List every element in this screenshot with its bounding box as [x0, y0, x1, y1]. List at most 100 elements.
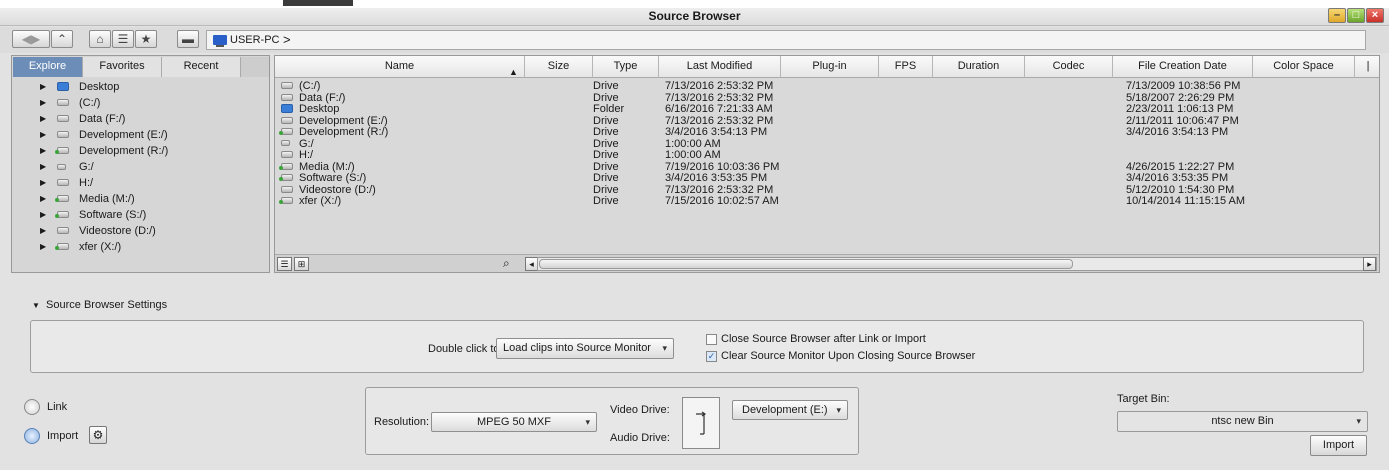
minimize-button[interactable]: – — [1328, 8, 1346, 23]
table-row[interactable]: Development (E:/) Drive 7/13/2016 2:53:32 … — [275, 114, 1379, 127]
tree-item[interactable]: ▶ Media (M:/) — [13, 191, 269, 207]
row-creation-date: 10/14/2014 11:15:15 AM — [1126, 195, 1246, 207]
home-button[interactable]: ⌂ — [89, 30, 111, 48]
browse-button[interactable]: ☰ — [112, 30, 134, 48]
column-codec[interactable]: Codec — [1025, 56, 1113, 78]
table-row[interactable]: H:/ Drive 1:00:00 AM — [275, 149, 1379, 161]
tab-favorites[interactable]: Favorites — [83, 57, 162, 77]
expand-arrow-icon[interactable]: ▶ — [40, 79, 46, 95]
target-bin-dropdown[interactable]: ntsc new Bin ▾ — [1117, 411, 1368, 432]
tree-item[interactable]: ▶ H:/ — [13, 175, 269, 191]
column-duration[interactable]: Duration — [933, 56, 1025, 78]
column-last-modified[interactable]: Last Modified — [659, 56, 781, 78]
tree-item[interactable]: ▶ Data (F:/) — [13, 111, 269, 127]
expand-arrow-icon[interactable]: ▶ — [40, 111, 46, 127]
import-options-box: Resolution: MPEG 50 MXF ▾ Video Drive: A… — [365, 387, 859, 455]
close-button[interactable]: × — [1366, 8, 1384, 23]
expand-arrow-icon[interactable]: ▶ — [40, 175, 46, 191]
target-bin-value: ntsc new Bin — [1211, 415, 1274, 427]
path-chevron-icon[interactable]: > — [283, 32, 291, 47]
file-list-panel: Name ▲ Size Type Last Modified Plug-in FP… — [274, 55, 1380, 273]
tree-item[interactable]: ▶ G:/ — [13, 159, 269, 175]
maximize-button[interactable]: □ — [1347, 8, 1365, 23]
settings-section-header[interactable]: ▼ Source Browser Settings — [32, 299, 167, 311]
expand-arrow-icon[interactable]: ▶ — [40, 207, 46, 223]
tree-item[interactable]: ▶ Software (S:/) — [13, 207, 269, 223]
table-row[interactable]: (C:/) Drive 7/13/2016 2:53:32 PM 7/13/2009 … — [275, 80, 1379, 92]
tree-item[interactable]: ▶ Development (R:/) — [13, 143, 269, 159]
table-row[interactable]: xfer (X:/) Drive 7/15/2016 10:02:57 AM 10/1… — [275, 195, 1379, 207]
expand-arrow-icon[interactable]: ▶ — [40, 159, 46, 175]
row-last-modified: 7/15/2016 10:02:57 AM — [665, 195, 779, 207]
list-view-button[interactable]: ☰ — [277, 257, 292, 271]
forward-arrow-icon[interactable]: ▶ — [31, 32, 40, 46]
tree-item[interactable]: ▶ Development (E:/) — [13, 127, 269, 143]
column-header: Name ▲ Size Type Last Modified Plug-in FP… — [275, 56, 1379, 78]
link-radio[interactable] — [24, 399, 40, 415]
drive-dropdown[interactable]: Development (E:) ▾ — [732, 400, 848, 420]
column-type[interactable]: Type — [593, 56, 659, 78]
import-settings-button[interactable]: ⚙ — [89, 426, 107, 444]
drive-icon — [57, 179, 69, 186]
scroll-right-button[interactable]: ▸ — [1363, 257, 1376, 271]
column-plug-in[interactable]: Plug-in — [781, 56, 879, 78]
import-label: Import — [47, 430, 79, 442]
up-button[interactable]: ⌃ — [51, 30, 73, 48]
check-icon: ✓ — [707, 351, 716, 361]
drive-link-button[interactable] — [682, 397, 720, 449]
favorite-button[interactable]: ★ — [135, 30, 157, 48]
table-row[interactable]: Development (R:/) Drive 3/4/2016 3:54:13 P… — [275, 126, 1379, 138]
row-last-modified: 7/13/2016 2:53:32 PM — [665, 183, 774, 196]
tree-item[interactable]: ▶ Desktop — [13, 79, 269, 95]
import-button[interactable]: Import — [1310, 435, 1367, 456]
path-segment-computer[interactable]: USER-PC — [230, 34, 280, 46]
collapse-triangle-icon[interactable]: ▼ — [32, 301, 40, 310]
clear-monitor-checkbox[interactable]: ✓ — [706, 351, 717, 362]
row-last-modified: 7/13/2016 2:53:32 PM — [665, 91, 774, 104]
expand-arrow-icon[interactable]: ▶ — [40, 239, 46, 255]
tree-item[interactable]: ▶ (C:/) — [13, 95, 269, 111]
row-type: Drive — [593, 149, 619, 161]
row-last-modified: 3/4/2016 3:53:35 PM — [665, 172, 768, 184]
column-overflow[interactable]: | — [1355, 56, 1379, 78]
column-name[interactable]: Name ▲ — [275, 56, 525, 78]
network-drive-icon — [279, 197, 293, 204]
table-row[interactable]: Videostore (D:/) Drive 7/13/2016 2:53:32 P… — [275, 183, 1379, 196]
resolution-dropdown[interactable]: MPEG 50 MXF ▾ — [431, 412, 597, 432]
thumbnail-view-button[interactable]: ⊞ — [294, 257, 309, 271]
back-arrow-icon[interactable]: ◀ — [22, 32, 31, 46]
tab-explore[interactable]: Explore — [13, 57, 83, 77]
close-after-import-checkbox[interactable] — [706, 334, 717, 345]
column-color-space[interactable]: Color Space — [1253, 56, 1355, 78]
list-view-icon: ☰ — [280, 259, 289, 269]
tree-item[interactable]: ▶ xfer (X:/) — [13, 239, 269, 255]
column-file-creation-date[interactable]: File Creation Date — [1113, 56, 1253, 78]
table-row[interactable]: Data (F:/) Drive 7/13/2016 2:53:32 PM 5/18/… — [275, 91, 1379, 104]
import-radio[interactable] — [24, 428, 40, 444]
row-name: Development (E:/) — [299, 114, 388, 127]
gear-icon: ⚙ — [92, 428, 104, 442]
horizontal-scrollbar[interactable] — [537, 257, 1377, 271]
expand-arrow-icon[interactable]: ▶ — [40, 95, 46, 111]
table-row[interactable]: G:/ Drive 1:00:00 AM — [275, 138, 1379, 150]
tree-item[interactable]: ▶ Videostore (D:/) — [13, 223, 269, 239]
expand-arrow-icon[interactable]: ▶ — [40, 223, 46, 239]
table-row[interactable]: Software (S:/) Drive 3/4/2016 3:53:35 PM 3/… — [275, 172, 1379, 184]
expand-arrow-icon[interactable]: ▶ — [40, 127, 46, 143]
double-click-dropdown[interactable]: Load clips into Source Monitor ▾ — [496, 338, 674, 359]
row-creation-date: 4/26/2015 1:22:27 PM — [1126, 160, 1235, 173]
back-forward-buttons[interactable]: ◀▶ — [12, 30, 50, 48]
drive-icon — [57, 227, 69, 234]
expand-arrow-icon[interactable]: ▶ — [40, 191, 46, 207]
expand-arrow-icon[interactable]: ▶ — [40, 143, 46, 159]
scrollbar-thumb[interactable] — [539, 259, 1073, 269]
table-row[interactable]: Media (M:/) Drive 7/19/2016 10:03:36 PM 4/2… — [275, 160, 1379, 173]
network-drive-icon — [55, 243, 69, 250]
table-row[interactable]: Desktop Folder 6/16/2016 7:21:33 AM 2/23/20… — [275, 103, 1379, 115]
path-bar[interactable]: USER-PC > — [206, 30, 1366, 50]
drive-button[interactable]: ▬ — [177, 30, 199, 48]
column-fps[interactable]: FPS — [879, 56, 933, 78]
column-size[interactable]: Size — [525, 56, 593, 78]
search-icon[interactable]: ⌕ — [503, 256, 510, 271]
tab-recent[interactable]: Recent — [162, 57, 241, 77]
